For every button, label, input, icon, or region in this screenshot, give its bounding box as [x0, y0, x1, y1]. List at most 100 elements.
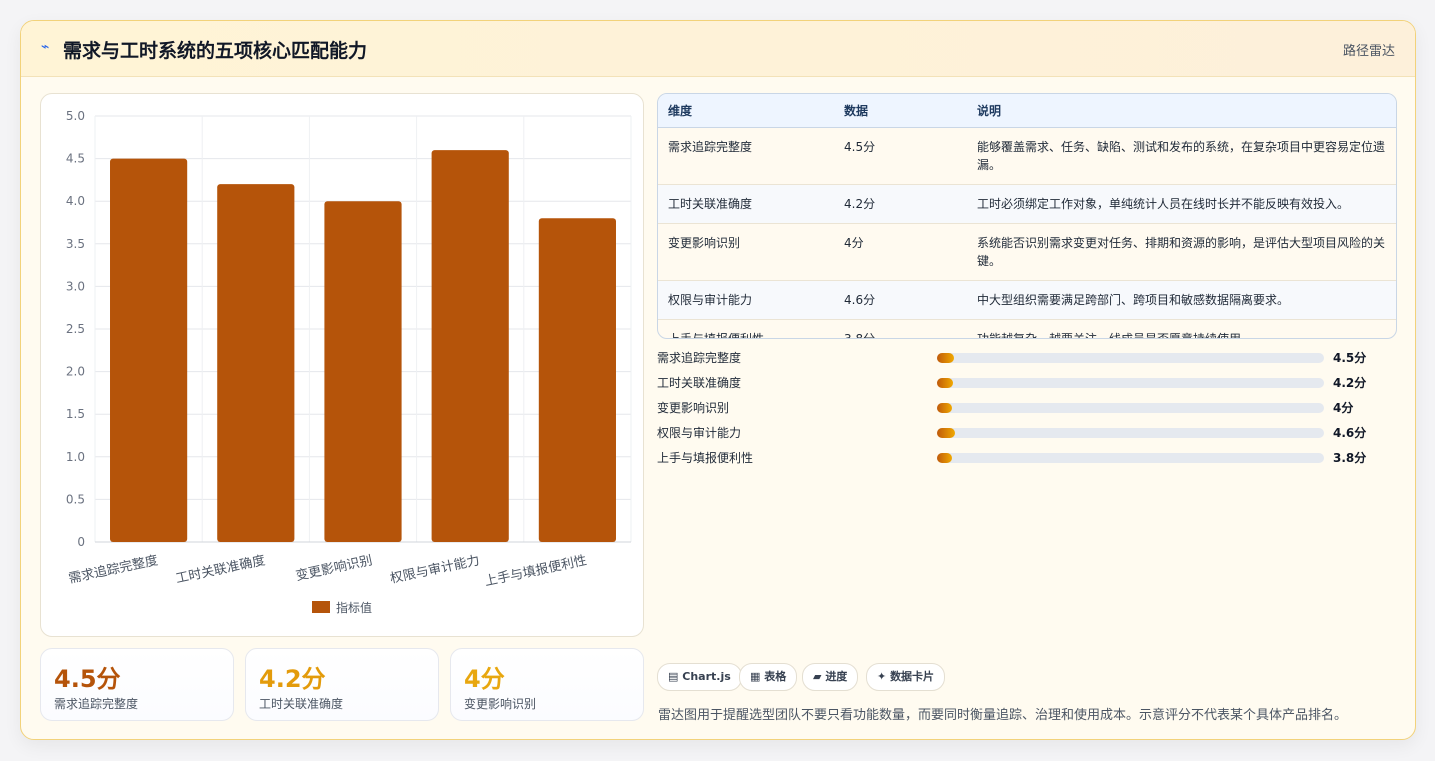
bar: [324, 201, 402, 542]
x-tick-label: 权限与审计能力: [389, 552, 481, 587]
progress-label: 上手与填报便利性: [657, 451, 754, 465]
y-tick-label: 2.5: [66, 322, 85, 336]
progress-fill: [937, 403, 953, 413]
progress-row: 工时关联准确度 4.2分: [657, 373, 1397, 393]
progress-track: [937, 453, 1324, 463]
y-tick-label: 3.0: [66, 279, 85, 293]
table-cell: 变更影响识别: [658, 223, 834, 281]
progress-icon: ▰: [813, 670, 822, 683]
progress-fill: [937, 428, 955, 438]
table-header-cell: 数据: [834, 94, 967, 128]
table-header-cell: 维度: [658, 94, 834, 128]
progress-label: 变更影响识别: [657, 401, 730, 415]
main-card: ⌁ 需求与工时系统的五项核心匹配能力 路径雷达 0 0.5 1.0 1.5 2.0 2.5…: [20, 20, 1416, 740]
progress-track: [937, 353, 1324, 363]
chip-table[interactable]: ▦ 表格: [739, 663, 798, 691]
table-icon: ▦: [750, 670, 761, 683]
table-cell: 权限与审计能力: [658, 280, 834, 320]
legend-swatch: [312, 601, 330, 613]
progress-track: [937, 378, 1324, 388]
progress-row: 上手与填报便利性 3.8分: [657, 448, 1397, 468]
y-tick-label: 0: [77, 535, 85, 549]
bar: [431, 150, 509, 542]
chip-chartjs[interactable]: ▤ Chart.js: [657, 663, 742, 691]
progress-row: 变更影响识别 4分: [657, 398, 1397, 418]
y-tick-label: 1.0: [66, 450, 85, 464]
table-cell: 4.2分: [834, 184, 967, 224]
chip-label: 数据卡片: [890, 670, 935, 683]
header-tag: 路径雷达: [1342, 44, 1395, 59]
table-cell: 4分: [834, 223, 967, 281]
stat-card: 4.2分 工时关联准确度: [245, 648, 439, 721]
chip-label: 表格: [764, 670, 787, 683]
table-cell: 中大型组织需要满足跨部门、跨项目和敏感数据隔离要求。: [967, 280, 1396, 320]
bar-chart-panel: 0 0.5 1.0 1.5 2.0 2.5 3.0 3.5 4.0 4.5 5.0 需求追踪完整度 工时…: [40, 93, 644, 637]
table-row: 需求追踪完整度 4.5分 能够覆盖需求、任务、缺陷、测试和发布的系统，在复杂项目…: [658, 127, 1396, 185]
table-header-row: 维度 数据 说明: [658, 94, 1396, 128]
stat-value: 4.2分: [259, 665, 326, 693]
x-tick-label: 上手与填报便利性: [483, 553, 588, 589]
progress-fill: [937, 453, 952, 463]
footnote: 雷达图用于提醒选型团队不要只看功能数量，而要同时衡量追踪、治理和使用成本。示意评…: [658, 708, 1348, 723]
table-row: 变更影响识别 4分 系统能否识别需求变更对任务、排期和资源的影响，是评估大型项目…: [658, 223, 1396, 281]
progress-value: 3.8分: [1333, 451, 1367, 465]
chip-label: 进度: [825, 670, 848, 683]
table-cell: 需求追踪完整度: [658, 127, 834, 185]
bar: [110, 158, 188, 542]
x-tick-label: 需求追踪完整度: [67, 552, 159, 587]
data-table: 维度 数据 说明 需求追踪完整度 4.5分 能够覆盖需求、任务、缺陷、测试和发布…: [657, 93, 1397, 339]
bar-chart: 0 0.5 1.0 1.5 2.0 2.5 3.0 3.5 4.0 4.5 5.0 需求追踪完整度 工时…: [66, 109, 632, 615]
sparkle-icon: ✦: [877, 670, 887, 683]
table-cell: 上手与填报便利性: [668, 331, 765, 339]
table-row: 权限与审计能力 4.6分 中大型组织需要满足跨部门、跨项目和敏感数据隔离要求。: [658, 280, 1396, 320]
progress-value: 4分: [1333, 401, 1354, 415]
table-cell: 工时必须绑定工作对象，单纯统计人员在线时长并不能反映有效投入。: [967, 184, 1396, 224]
chip-data-card[interactable]: ✦ 数据卡片: [866, 663, 946, 691]
progress-label: 工时关联准确度: [657, 376, 742, 390]
y-tick-label: 4.0: [66, 194, 85, 208]
table-cell: 系统能否识别需求变更对任务、排期和资源的影响，是评估大型项目风险的关键。: [967, 223, 1396, 281]
x-tick-label: 工时关联准确度: [174, 552, 266, 587]
y-tick-label: 0.5: [66, 492, 85, 506]
progress-label: 需求追踪完整度: [657, 351, 742, 365]
progress-row: 权限与审计能力 4.6分: [657, 423, 1397, 443]
stat-card: 4分 变更影响识别: [450, 648, 644, 721]
stat-label: 变更影响识别: [464, 697, 537, 711]
chip-progress[interactable]: ▰ 进度: [802, 663, 859, 691]
progress-value: 4.5分: [1333, 351, 1367, 365]
table-cell: 3.8分: [844, 331, 876, 339]
stat-label: 需求追踪完整度: [54, 697, 139, 711]
table-cell: 4.5分: [834, 127, 967, 185]
x-tick-label: 变更影响识别: [294, 552, 374, 584]
progress-track: [937, 403, 1324, 413]
sparkle-icon: ⌁: [41, 39, 50, 55]
progress-fill: [937, 353, 955, 363]
bar: [217, 184, 295, 542]
progress-fill: [937, 378, 954, 388]
bar: [538, 218, 616, 542]
table-row: 上手与填报便利性 3.8分 功能越复杂，越要关注一线成员是否愿意持续使用。: [658, 319, 1396, 339]
table-cell: 能够覆盖需求、任务、缺陷、测试和发布的系统，在复杂项目中更容易定位遗漏。: [967, 127, 1396, 185]
table-cell: 功能越复杂，越要关注一线成员是否愿意持续使用。: [977, 331, 1254, 339]
chart-icon: ▤: [668, 670, 679, 683]
progress-value: 4.2分: [1333, 376, 1367, 390]
y-tick-label: 1.5: [66, 407, 85, 421]
stat-label: 工时关联准确度: [259, 697, 344, 711]
table-cell: 工时关联准确度: [658, 184, 834, 224]
table-cell: 4.6分: [834, 280, 967, 320]
legend-label: 指标值: [336, 600, 372, 615]
chip-label: Chart.js: [682, 670, 731, 683]
progress-row: 需求追踪完整度 4.5分: [657, 348, 1397, 368]
y-tick-label: 2.0: [66, 365, 85, 379]
page-title: 需求与工时系统的五项核心匹配能力: [63, 40, 368, 62]
progress-label: 权限与审计能力: [657, 426, 742, 440]
stat-value: 4分: [464, 665, 505, 693]
stat-value: 4.5分: [54, 665, 121, 693]
table-row: 工时关联准确度 4.2分 工时必须绑定工作对象，单纯统计人员在线时长并不能反映有…: [658, 184, 1396, 224]
progress-track: [937, 428, 1324, 438]
y-tick-label: 3.5: [66, 237, 85, 251]
card-header: ⌁ 需求与工时系统的五项核心匹配能力 路径雷达: [21, 21, 1415, 77]
y-tick-label: 5.0: [66, 109, 85, 123]
table-header-cell: 说明: [967, 94, 1396, 128]
stat-card: 4.5分 需求追踪完整度: [40, 648, 234, 721]
